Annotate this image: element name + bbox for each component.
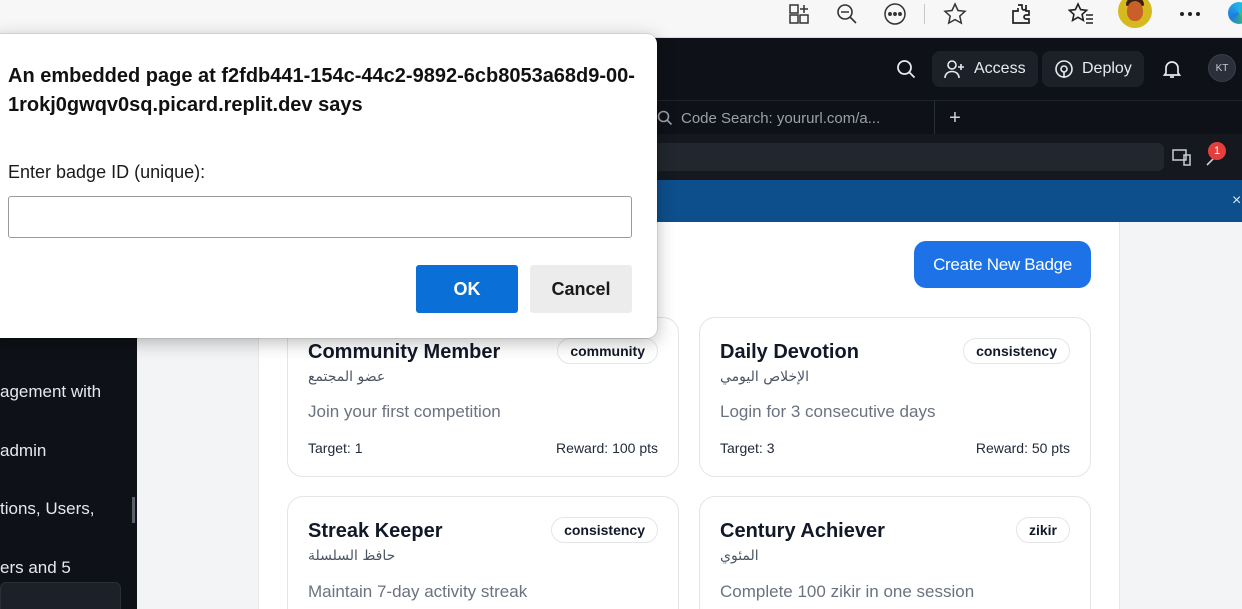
search-icon: [657, 110, 673, 126]
access-label: Access: [974, 60, 1026, 77]
favorite-star-icon[interactable]: [938, 0, 972, 28]
banner-close-icon[interactable]: ×: [1232, 192, 1241, 210]
badge-reward: Reward: 100 pts: [556, 440, 658, 456]
new-tab-button[interactable]: +: [942, 105, 968, 131]
zoom-out-icon[interactable]: [830, 0, 864, 28]
webview-url-input[interactable]: [640, 143, 1164, 171]
badge-card[interactable]: Daily Devotion consistency الإخلاص اليوم…: [699, 317, 1091, 477]
badge-title: Daily Devotion: [720, 341, 859, 363]
badge-card[interactable]: Streak Keeper consistency حافظ السلسلة M…: [287, 496, 679, 609]
tab-code-search[interactable]: Code Search: yoururl.com/a...: [645, 101, 935, 135]
extensions-icon[interactable]: [1004, 0, 1038, 28]
devices-icon[interactable]: [1172, 148, 1194, 168]
search-icon[interactable]: [891, 54, 921, 84]
deploy-icon: [1055, 60, 1073, 78]
sidebar-scrollbar[interactable]: [132, 497, 135, 523]
notification-bell-icon[interactable]: [1157, 54, 1187, 84]
badge-title: Century Achiever: [720, 520, 885, 542]
favorites-icon[interactable]: [1064, 0, 1098, 28]
more-circle-icon[interactable]: [878, 0, 912, 28]
sidebar-text-line: agement with: [0, 382, 102, 401]
user-avatar[interactable]: KT: [1208, 54, 1236, 82]
badge-description: Maintain 7-day activity streak: [308, 582, 528, 601]
badge-arabic-name: الإخلاص اليومي: [720, 369, 810, 385]
sidebar-card[interactable]: [0, 582, 121, 609]
badge-id-input[interactable]: [8, 196, 632, 238]
badge-arabic-name: المئوي: [720, 548, 759, 564]
edge-logo-icon[interactable]: [1228, 2, 1242, 24]
dialog-title: An embedded page at f2fdb441-154c-44c2-9…: [8, 65, 635, 116]
prompt-dialog: An embedded page at f2fdb441-154c-44c2-9…: [0, 34, 657, 338]
deploy-label: Deploy: [1082, 60, 1132, 77]
dialog-prompt-label: Enter badge ID (unique):: [8, 162, 206, 182]
access-button[interactable]: Access: [932, 51, 1038, 87]
browser-toolbar: [0, 0, 1242, 38]
badge-category-tag: consistency: [551, 517, 658, 543]
more-icon[interactable]: [1173, 0, 1207, 28]
badge-target: Target: 3: [720, 440, 775, 456]
badge-description: Complete 100 zikir in one session: [720, 582, 975, 601]
badge-title: Streak Keeper: [308, 520, 443, 542]
app-grid-icon[interactable]: [782, 0, 816, 28]
badge-target: Target: 1: [308, 440, 363, 456]
toolbar-divider: [924, 4, 925, 24]
deploy-button[interactable]: Deploy: [1042, 51, 1144, 87]
create-new-badge-button[interactable]: Create New Badge: [914, 241, 1091, 288]
sidebar-text-line: tions, Users,: [0, 499, 95, 518]
badge-category-tag: community: [557, 338, 658, 364]
cancel-button[interactable]: Cancel: [530, 265, 632, 313]
badge-category-tag: zikir: [1015, 517, 1070, 543]
badge-reward: Reward: 50 pts: [975, 440, 1070, 456]
badge-category-tag: consistency: [963, 338, 1070, 364]
tab-label: Code Search: yoururl.com/a...: [681, 109, 881, 127]
badge-card[interactable]: Community Member community عضو المجتمع J…: [287, 317, 679, 477]
profile-avatar[interactable]: [1118, 0, 1152, 28]
ok-button[interactable]: OK: [416, 265, 518, 313]
badge-description: Join your first competition: [308, 402, 501, 421]
badge-title: Community Member: [308, 341, 501, 363]
badge-card[interactable]: Century Achiever zikir المئوي Complete 1…: [699, 496, 1091, 609]
add-user-icon: [944, 60, 964, 79]
notification-count-badge: 1: [1208, 142, 1226, 160]
sidebar-text-line: ers and 5: [0, 558, 71, 577]
badge-arabic-name: حافظ السلسلة: [308, 548, 396, 564]
badge-arabic-name: عضو المجتمع: [308, 369, 386, 385]
badge-description: Login for 3 consecutive days: [720, 402, 936, 421]
sidebar-text-line: admin: [0, 441, 47, 460]
